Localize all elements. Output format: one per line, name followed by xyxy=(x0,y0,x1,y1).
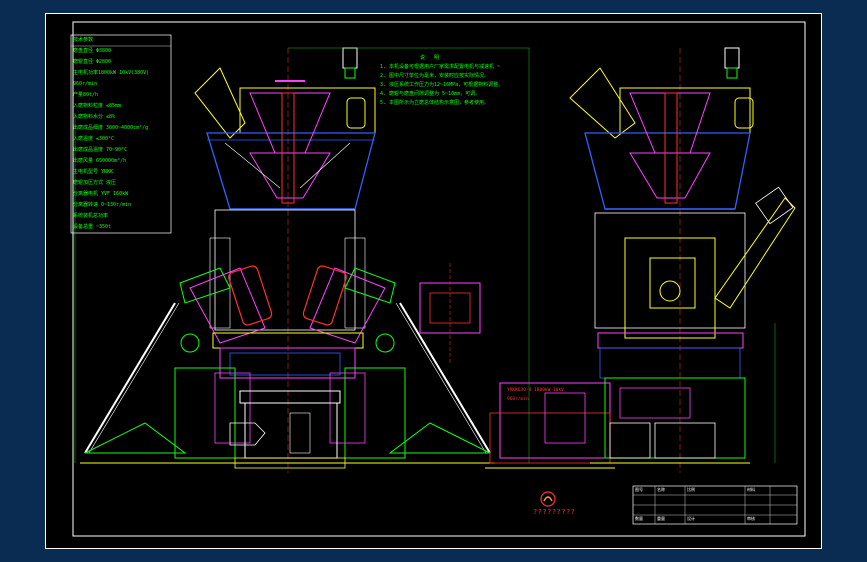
spec-row: 产量80t/h xyxy=(73,92,99,98)
left-roller-right xyxy=(302,265,396,353)
drawing-sheet: 技术参数磨盘直径 Φ3800 磨辊直径 Φ2800 主电机功率1800kW 10kV… xyxy=(45,13,822,549)
notes-heading: 说 明 xyxy=(420,55,443,61)
spec-row: 入磨温度 ≤300°C xyxy=(73,136,115,142)
note-line: 4. 磨辊与磨盘间隙调整为 5~10mm，可调。 xyxy=(380,91,481,97)
note-line: 5. 本图所示为立磨总体结构示意图，参考使用。 xyxy=(380,100,490,106)
spec-row: 主电机型号 YRKK xyxy=(73,169,114,175)
main-motor-block xyxy=(499,382,611,459)
spec-row: 入磨物料粒度 ≤85mm xyxy=(73,103,122,109)
title-block-cell: 设计 xyxy=(687,516,695,521)
spec-row: 设备总重 ~350t xyxy=(73,224,112,230)
title-block-cell: 比例 xyxy=(687,487,695,492)
spec-row: 技术参数 xyxy=(73,37,94,43)
title-block-cell: 材料 xyxy=(747,487,755,492)
spec-row: 分离器电机 YVF 160kW xyxy=(73,191,129,197)
spec-row: 磨辊直径 Φ2800 xyxy=(73,59,112,65)
right-separator-motor xyxy=(724,47,740,69)
spec-row: 出磨成品细度 3000~4000cm²/g xyxy=(73,125,149,131)
spec-row: 系统装机总功率 xyxy=(73,213,109,219)
spec-row: 入磨物料水分 ≤8% xyxy=(73,114,116,120)
motor-label-line-2: 960r/min xyxy=(507,397,529,402)
spec-row: 960r/min xyxy=(73,81,98,87)
spec-row: 出磨风量 650000m³/h xyxy=(73,158,127,164)
spec-row: 磨盘直径 Φ3800 xyxy=(73,48,112,54)
logo-caption: ????????? xyxy=(533,508,576,516)
note-line: 1. 本机设备可根据用户厂家需求配置电机与减速机 ~ xyxy=(380,64,501,70)
title-block-cell: 审核 xyxy=(747,516,755,521)
left-separator-motor xyxy=(342,47,358,69)
spec-row: 分离器转速 0~130r/min xyxy=(73,202,132,208)
right-side-view xyxy=(569,47,796,473)
title-block-cell: 名称 xyxy=(657,487,665,492)
note-line: 3. 液压系统工作压力为12~16MPa，可根据物料调整。 xyxy=(380,82,504,88)
logo-emblem xyxy=(540,491,556,507)
left-roller-left xyxy=(179,265,273,353)
spec-row: 主电机功率1800kW 10kV(380V) xyxy=(73,70,150,76)
left-separator-housing xyxy=(239,87,376,134)
note-line: 2. 图中尺寸单位为毫米，安装时应按实际情况。 xyxy=(380,73,490,79)
spec-row: 磨辊加压方式 液压 xyxy=(73,180,117,186)
motor-label-line-1: YRKK630-4 1800kW 10kV xyxy=(507,388,564,393)
spec-row: 出磨成品温度 70~90°C xyxy=(73,147,128,153)
middle-drive-unit xyxy=(419,263,615,469)
title-block-cell: 图号 xyxy=(635,487,643,492)
left-feed-chute xyxy=(194,67,246,139)
title-block-cell: 重量 xyxy=(657,516,665,521)
left-reducer xyxy=(239,390,341,404)
title-block-cell: 数量 xyxy=(635,516,643,521)
